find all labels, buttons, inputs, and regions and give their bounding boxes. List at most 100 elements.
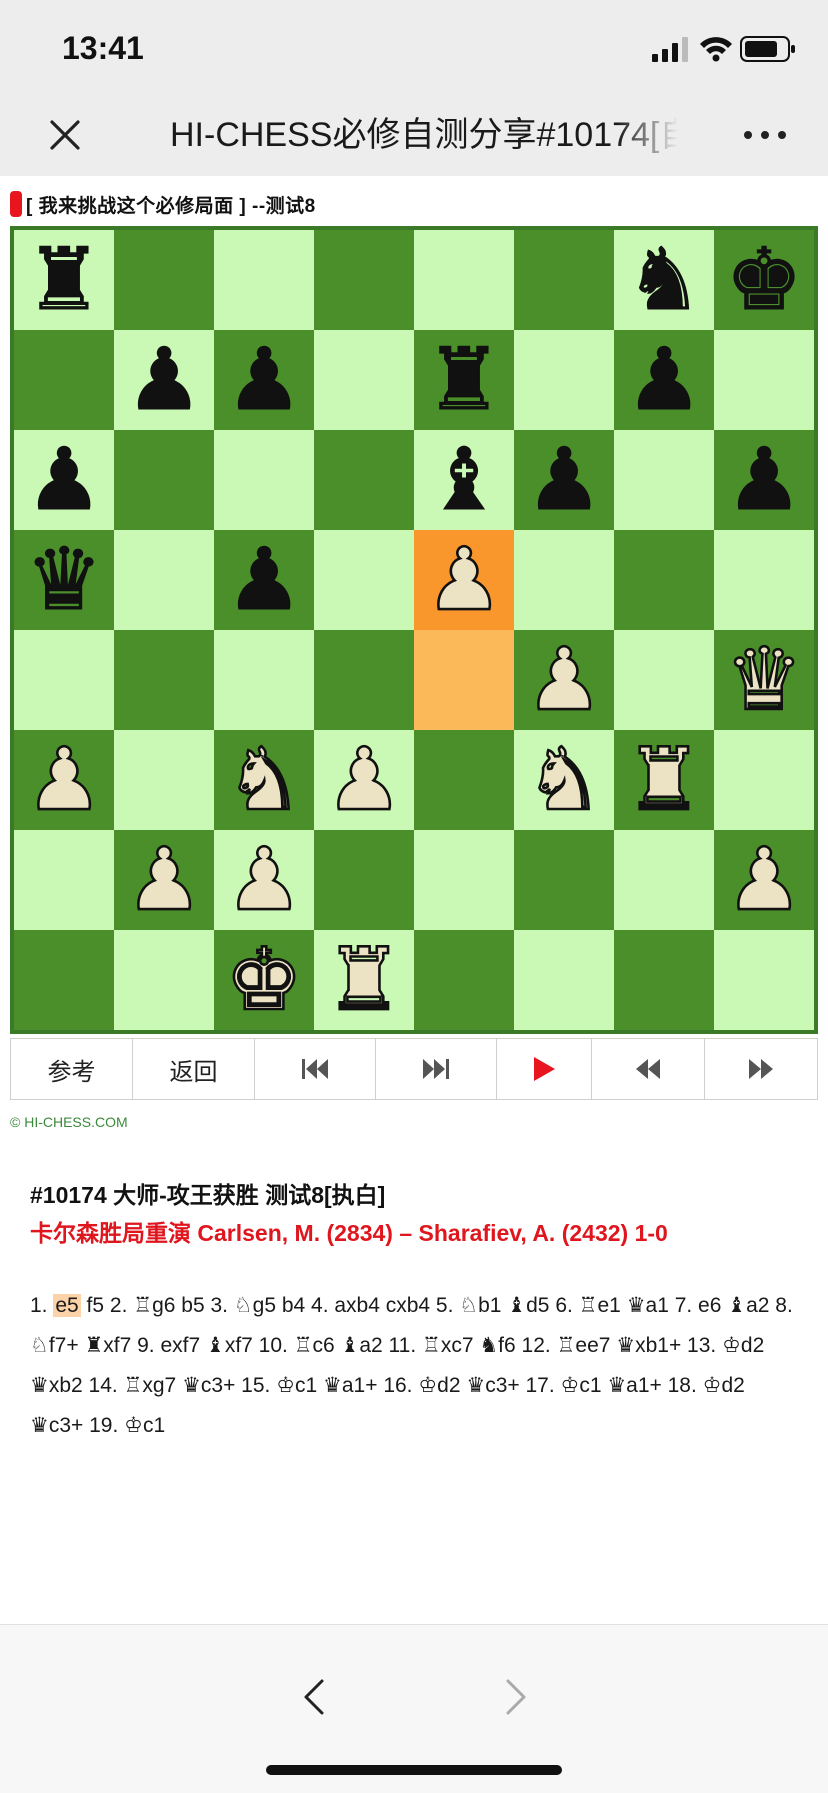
square-d8[interactable]	[314, 230, 414, 330]
square-f5[interactable]	[514, 530, 614, 630]
square-b2[interactable]: ♟	[114, 829, 214, 932]
square-c2[interactable]: ♟	[214, 829, 314, 932]
more-icon[interactable]	[740, 118, 790, 152]
white-pawn-icon[interactable]: ♟	[114, 829, 214, 932]
square-e8[interactable]	[414, 230, 514, 330]
white-pawn-icon[interactable]: ♟	[314, 729, 414, 832]
black-queen-icon[interactable]: ♛	[14, 530, 114, 631]
square-h7[interactable]	[714, 330, 814, 430]
square-d2[interactable]	[314, 830, 414, 930]
square-c7[interactable]: ♟	[214, 330, 314, 431]
square-c3[interactable]: ♞	[214, 729, 314, 832]
white-pawn-icon[interactable]: ♟	[14, 729, 114, 832]
square-c4[interactable]	[214, 630, 314, 730]
square-h1[interactable]	[714, 930, 814, 1030]
square-e7[interactable]: ♜	[414, 330, 514, 431]
return-button[interactable]: 返回	[133, 1039, 255, 1099]
black-pawn-icon[interactable]: ♟	[514, 430, 614, 531]
white-pawn-icon[interactable]: ♟	[514, 629, 614, 732]
square-b1[interactable]	[114, 930, 214, 1030]
black-king-icon[interactable]: ♚	[714, 230, 814, 331]
square-d7[interactable]	[314, 330, 414, 430]
square-f1[interactable]	[514, 930, 614, 1030]
square-f6[interactable]: ♟	[514, 430, 614, 531]
previous-move-button[interactable]	[592, 1039, 705, 1099]
square-f8[interactable]	[514, 230, 614, 330]
square-a3[interactable]: ♟	[14, 729, 114, 832]
square-e2[interactable]	[414, 830, 514, 930]
square-h2[interactable]: ♟	[714, 829, 814, 932]
black-pawn-icon[interactable]: ♟	[214, 530, 314, 631]
square-a5[interactable]: ♛	[14, 530, 114, 631]
square-g5[interactable]	[614, 530, 714, 630]
white-king-icon[interactable]: ♚	[214, 929, 314, 1032]
square-b3[interactable]	[114, 730, 214, 830]
chess-board[interactable]: ♜ ♞ ♚ ♟ ♟ ♜ ♟ ♟ ♝ ♟ ♟ ♛ ♟ ♟ ♟ ♛ ♟ ♞ ♟ ♞ ♜ ♟ ♟ ♟ ♚ ♜	[14, 230, 814, 1032]
square-d1[interactable]: ♜	[314, 929, 414, 1032]
black-rook-icon[interactable]: ♜	[14, 230, 114, 331]
close-icon[interactable]	[42, 112, 88, 158]
black-knight-icon[interactable]: ♞	[614, 230, 714, 331]
square-e3[interactable]	[414, 730, 514, 830]
square-b6[interactable]	[114, 430, 214, 530]
square-d4[interactable]	[314, 630, 414, 730]
black-pawn-icon[interactable]: ♟	[114, 330, 214, 431]
square-a7[interactable]	[14, 330, 114, 430]
square-h4[interactable]: ♛	[714, 629, 814, 732]
black-pawn-icon[interactable]: ♟	[14, 430, 114, 531]
square-f4[interactable]: ♟	[514, 629, 614, 732]
black-rook-icon[interactable]: ♜	[414, 330, 514, 431]
square-a2[interactable]	[14, 830, 114, 930]
square-f3[interactable]: ♞	[514, 729, 614, 832]
square-g1[interactable]	[614, 930, 714, 1030]
white-rook-icon[interactable]: ♜	[314, 929, 414, 1032]
square-e4[interactable]	[414, 630, 514, 730]
square-e5[interactable]: ♟	[414, 529, 514, 632]
chevron-left-icon[interactable]	[294, 1675, 334, 1719]
white-pawn-icon[interactable]: ♟	[214, 829, 314, 932]
white-queen-icon[interactable]: ♛	[714, 629, 814, 732]
white-pawn-icon[interactable]: ♟	[714, 829, 814, 932]
square-b4[interactable]	[114, 630, 214, 730]
white-rook-icon[interactable]: ♜	[614, 729, 714, 832]
black-bishop-icon[interactable]: ♝	[414, 430, 514, 531]
chevron-right-icon[interactable]	[496, 1675, 536, 1719]
square-b5[interactable]	[114, 530, 214, 630]
last-move-button[interactable]	[376, 1039, 497, 1099]
square-h6[interactable]: ♟	[714, 430, 814, 531]
square-g6[interactable]	[614, 430, 714, 530]
square-g8[interactable]: ♞	[614, 230, 714, 331]
square-c8[interactable]	[214, 230, 314, 330]
white-knight-icon[interactable]: ♞	[214, 729, 314, 832]
square-b7[interactable]: ♟	[114, 330, 214, 431]
white-pawn-icon[interactable]: ♟	[414, 529, 514, 632]
square-d5[interactable]	[314, 530, 414, 630]
white-knight-icon[interactable]: ♞	[514, 729, 614, 832]
square-f2[interactable]	[514, 830, 614, 930]
next-move-button[interactable]	[705, 1039, 817, 1099]
square-c6[interactable]	[214, 430, 314, 530]
square-c5[interactable]: ♟	[214, 530, 314, 631]
square-g3[interactable]: ♜	[614, 729, 714, 832]
play-button[interactable]	[497, 1039, 592, 1099]
square-h5[interactable]	[714, 530, 814, 630]
current-move[interactable]: e5	[53, 1294, 81, 1317]
square-e6[interactable]: ♝	[414, 430, 514, 531]
square-h8[interactable]: ♚	[714, 230, 814, 331]
square-a1[interactable]	[14, 930, 114, 1030]
square-g4[interactable]	[614, 630, 714, 730]
black-pawn-icon[interactable]: ♟	[714, 430, 814, 531]
black-pawn-icon[interactable]: ♟	[614, 330, 714, 431]
square-e1[interactable]	[414, 930, 514, 1030]
square-b8[interactable]	[114, 230, 214, 330]
reference-button[interactable]: 参考	[11, 1039, 133, 1099]
black-pawn-icon[interactable]: ♟	[214, 330, 314, 431]
square-h3[interactable]	[714, 730, 814, 830]
square-a4[interactable]	[14, 630, 114, 730]
square-g7[interactable]: ♟	[614, 330, 714, 431]
square-a8[interactable]: ♜	[14, 230, 114, 331]
square-a6[interactable]: ♟	[14, 430, 114, 531]
square-c1[interactable]: ♚	[214, 929, 314, 1032]
square-f7[interactable]	[514, 330, 614, 430]
first-move-button[interactable]	[255, 1039, 376, 1099]
